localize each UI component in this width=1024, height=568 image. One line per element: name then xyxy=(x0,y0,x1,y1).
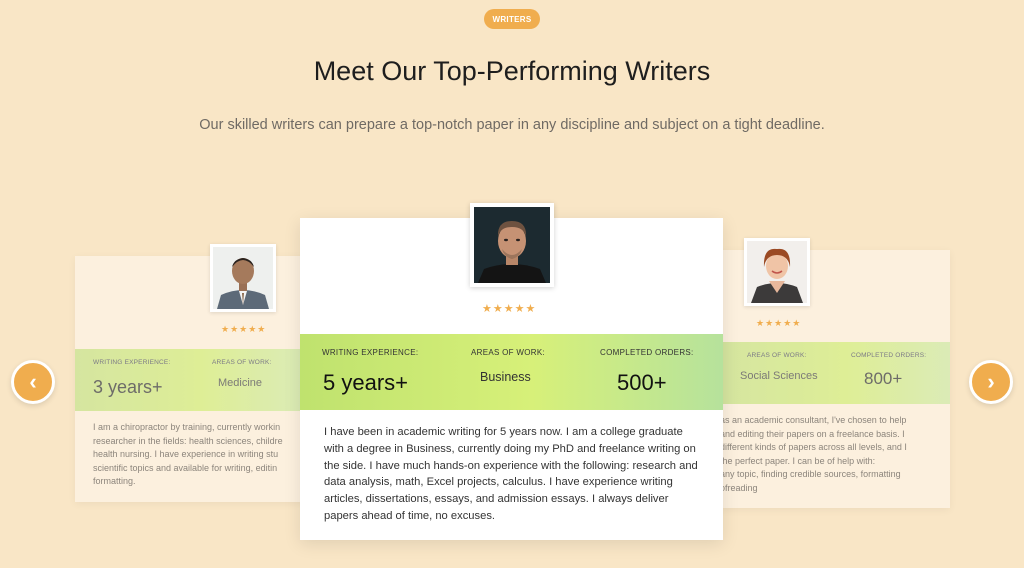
writer-photo-icon xyxy=(747,241,807,303)
rating-stars: ★★★★★ xyxy=(221,324,267,334)
writer-avatar xyxy=(744,238,810,306)
area-value: Medicine xyxy=(218,377,263,389)
writer-stats-band: WRITING EXPERIENCE: AREAS OF WORK: COMPL… xyxy=(300,334,723,410)
orders-label: COMPLETED ORDERS: xyxy=(851,352,927,359)
orders-value: 800+ xyxy=(864,369,903,388)
experience-label: WRITING EXPERIENCE: xyxy=(322,348,419,357)
writer-avatar xyxy=(470,203,554,287)
writer-card-right[interactable]: ★★★★★ AREAS OF WORK: COMPLETED ORDERS: S… xyxy=(720,238,950,508)
area-value: Social Sciences xyxy=(740,370,818,382)
rating-stars: ★★★★★ xyxy=(482,303,537,315)
experience-label: WRITING EXPERIENCE: xyxy=(93,359,171,366)
experience-value: 3 years+ xyxy=(93,377,163,397)
writer-stats-band: AREAS OF WORK: COMPLETED ORDERS: Social … xyxy=(720,342,950,404)
writer-card-center[interactable]: ★★★★★ WRITING EXPERIENCE: AREAS OF WORK:… xyxy=(300,203,723,540)
orders-value: 500+ xyxy=(617,370,667,395)
next-button[interactable]: › xyxy=(969,360,1013,404)
section-subtitle: Our skilled writers can prepare a top-no… xyxy=(199,117,825,133)
writer-card-left[interactable]: ★★★★★ WRITING EXPERIENCE: AREAS OF WORK:… xyxy=(75,244,305,502)
writer-bio: as an academic consultant, I've chosen t… xyxy=(720,415,907,493)
chevron-left-icon: ‹ xyxy=(29,369,37,394)
area-label: AREAS OF WORK: xyxy=(471,348,545,357)
section-title: Meet Our Top-Performing Writers xyxy=(313,56,711,86)
chevron-right-icon: › xyxy=(987,369,995,394)
writer-photo-icon xyxy=(213,247,273,309)
writer-bio: I am a chiropractor by training, current… xyxy=(93,422,283,486)
rating-stars: ★★★★★ xyxy=(756,318,802,328)
writer-avatar xyxy=(210,244,276,312)
orders-label: COMPLETED ORDERS: xyxy=(600,348,694,357)
section-badge: WRITERS xyxy=(484,9,540,29)
area-label: AREAS OF WORK: xyxy=(212,359,272,366)
area-value: Business xyxy=(480,370,531,384)
prev-button[interactable]: ‹ xyxy=(11,360,55,404)
area-label: AREAS OF WORK: xyxy=(747,352,807,359)
writer-stats-band: WRITING EXPERIENCE: AREAS OF WORK: 3 yea… xyxy=(75,349,305,411)
experience-value: 5 years+ xyxy=(323,370,408,395)
writer-bio: I have been in academic writing for 5 ye… xyxy=(324,426,698,522)
writer-photo-icon xyxy=(474,207,550,283)
